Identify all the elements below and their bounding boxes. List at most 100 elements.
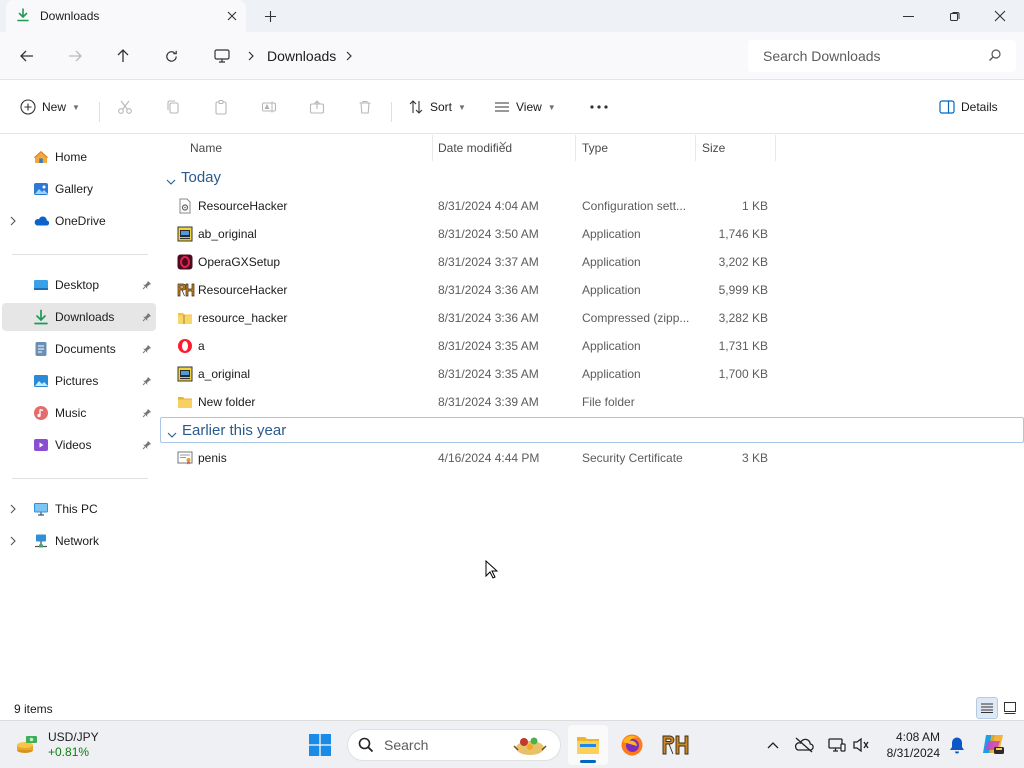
sidebar-item-videos[interactable]: Videos <box>2 431 156 459</box>
tiles-view-toggle[interactable] <box>999 697 1021 719</box>
pin-icon[interactable] <box>142 343 152 357</box>
forward-button[interactable] <box>59 40 91 72</box>
chevron-down-icon[interactable] <box>166 173 176 190</box>
sidebar-item-network[interactable]: Network <box>2 527 156 555</box>
refresh-button[interactable] <box>155 40 187 72</box>
more-options-button[interactable] <box>590 91 608 123</box>
rename-button[interactable] <box>261 91 277 123</box>
file-explorer-icon <box>576 734 600 756</box>
taskbar-search-label: Search <box>384 737 429 753</box>
sort-button[interactable]: Sort ▼ <box>408 91 466 123</box>
taskbar-file-explorer[interactable] <box>568 725 608 765</box>
new-button[interactable]: New ▼ <box>20 91 80 123</box>
config-file-icon <box>177 198 193 214</box>
network-tray-button[interactable] <box>825 733 849 757</box>
taskbar-search-box[interactable]: Search <box>347 729 561 761</box>
breadcrumb-downloads[interactable]: Downloads <box>267 48 336 64</box>
search-box[interactable] <box>748 40 1016 72</box>
column-header-size[interactable]: Size <box>702 135 725 161</box>
chevron-right-icon[interactable] <box>10 215 17 229</box>
pin-icon[interactable] <box>142 311 152 325</box>
delete-button[interactable] <box>357 91 373 123</box>
videos-icon <box>33 437 49 453</box>
installer-icon <box>177 366 193 382</box>
column-divider[interactable] <box>432 135 433 161</box>
show-hidden-icons-button[interactable] <box>761 733 785 757</box>
chevron-right-icon[interactable] <box>10 535 17 549</box>
pin-icon[interactable] <box>142 439 152 453</box>
table-row[interactable]: a 8/31/2024 3:35 AM Application 1,731 KB <box>160 332 780 360</box>
column-header-type[interactable]: Type <box>582 135 608 161</box>
folder-icon <box>177 394 193 410</box>
pin-icon[interactable] <box>142 407 152 421</box>
notifications-button[interactable] <box>945 733 969 757</box>
chevron-down-icon: ▼ <box>547 102 556 112</box>
details-label: Details <box>961 100 998 114</box>
sidebar-item-music[interactable]: Music <box>2 399 156 427</box>
sidebar-item-this-pc[interactable]: This PC <box>2 495 156 523</box>
chevron-right-icon[interactable] <box>248 51 255 61</box>
volume-tray-button[interactable] <box>849 733 873 757</box>
breadcrumb[interactable]: Downloads <box>200 40 736 72</box>
desktop-icon <box>33 277 49 293</box>
back-button[interactable] <box>11 40 43 72</box>
up-button[interactable] <box>107 40 139 72</box>
cut-button[interactable] <box>117 91 133 123</box>
sidebar-item-documents[interactable]: Documents <box>2 335 156 363</box>
new-tab-button[interactable] <box>258 4 282 28</box>
table-row[interactable]: resource_hacker 8/31/2024 3:36 AM Compre… <box>160 304 780 332</box>
close-window-button[interactable] <box>977 0 1023 32</box>
close-tab-icon[interactable] <box>218 2 246 30</box>
sidebar-item-onedrive[interactable]: OneDrive <box>2 207 156 235</box>
column-divider[interactable] <box>575 135 576 161</box>
onedrive-tray-button[interactable] <box>792 733 816 757</box>
start-button[interactable] <box>300 725 340 765</box>
table-row[interactable]: New folder 8/31/2024 3:39 AM File folder <box>160 388 780 416</box>
search-input[interactable] <box>763 48 983 64</box>
copy-button[interactable] <box>165 91 181 123</box>
widgets-button[interactable]: USD/JPY +0.81% <box>14 727 99 763</box>
paste-button[interactable] <box>213 91 229 123</box>
pin-icon[interactable] <box>142 375 152 389</box>
tab-downloads[interactable]: Downloads <box>6 0 246 32</box>
table-row[interactable]: a_original 8/31/2024 3:35 AM Application… <box>160 360 780 388</box>
download-icon <box>33 309 49 325</box>
maximize-button[interactable] <box>931 0 977 32</box>
download-icon <box>16 7 30 25</box>
details-button[interactable]: Details <box>939 91 998 123</box>
table-row[interactable]: ResourceHacker 8/31/2024 4:04 AM Configu… <box>160 192 780 220</box>
copy-icon <box>165 99 181 115</box>
opera-icon <box>177 338 193 354</box>
monitor-icon[interactable] <box>214 49 230 63</box>
chevron-right-icon[interactable] <box>10 503 17 517</box>
clock[interactable]: 4:08 AM 8/31/2024 <box>880 729 940 761</box>
copilot-button[interactable] <box>980 731 1006 757</box>
table-row[interactable]: ResourceHacker 8/31/2024 3:36 AM Applica… <box>160 276 780 304</box>
table-row[interactable]: ab_original 8/31/2024 3:50 AM Applicatio… <box>160 220 780 248</box>
rename-icon <box>261 99 277 115</box>
sidebar-item-gallery[interactable]: Gallery <box>2 175 156 203</box>
table-row[interactable]: penis 4/16/2024 4:44 PM Security Certifi… <box>160 444 780 472</box>
chevron-right-icon[interactable] <box>346 51 353 61</box>
details-view-toggle[interactable] <box>976 697 998 719</box>
column-header-name[interactable]: Name <box>190 135 222 161</box>
installer-icon <box>177 226 193 242</box>
table-row[interactable]: OperaGXSetup 8/31/2024 3:37 AM Applicati… <box>160 248 780 276</box>
sidebar-item-pictures[interactable]: Pictures <box>2 367 156 395</box>
column-divider[interactable] <box>775 135 776 161</box>
taskbar-firefox[interactable] <box>612 725 652 765</box>
taskbar-resource-hacker[interactable] <box>656 725 696 765</box>
column-divider[interactable] <box>695 135 696 161</box>
search-icon[interactable] <box>988 48 1002 65</box>
view-button[interactable]: View ▼ <box>494 91 556 123</box>
sidebar-item-desktop[interactable]: Desktop <box>2 271 156 299</box>
sidebar-item-home[interactable]: Home <box>2 143 156 171</box>
sidebar-item-downloads[interactable]: Downloads <box>2 303 156 331</box>
minimize-button[interactable] <box>885 0 931 32</box>
group-header-earlier-this-year[interactable]: Earlier this year <box>160 417 1024 443</box>
view-list-icon <box>494 99 510 115</box>
group-header-today[interactable]: Today <box>160 165 1024 191</box>
share-button[interactable] <box>309 91 325 123</box>
pin-icon[interactable] <box>142 279 152 293</box>
chevron-down-icon[interactable] <box>167 426 177 443</box>
